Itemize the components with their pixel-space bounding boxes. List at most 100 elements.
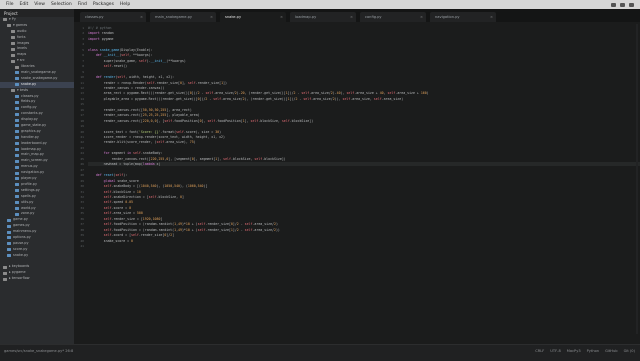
line-number: 31 xyxy=(80,189,84,194)
file-icon xyxy=(15,189,19,193)
code-line[interactable]: self.score = 0 xyxy=(88,206,131,210)
folder-icon xyxy=(11,53,15,57)
line-number: 16 xyxy=(80,107,84,112)
close-icon[interactable]: × xyxy=(350,12,353,22)
code-line[interactable]: self.xcord = [self.render_size[0]/2] xyxy=(88,233,175,237)
code-line[interactable]: global snake_score xyxy=(88,179,139,183)
tab-snake-py[interactable]: snake.py × xyxy=(220,12,286,22)
code-line[interactable]: self.speed 0.05 xyxy=(88,200,133,204)
maximize-icon[interactable] xyxy=(620,2,625,7)
tab-main_snakegame-py[interactable]: main_snakegame.py × xyxy=(150,12,216,22)
menu-selection[interactable]: Selection xyxy=(51,2,72,7)
tab-label: navigation.py xyxy=(435,15,460,19)
tab-loadmap-py[interactable]: loadmap.py × xyxy=(290,12,356,22)
close-icon[interactable]: × xyxy=(420,12,423,22)
status-item[interactable]: CRLF xyxy=(535,349,544,353)
close-icon[interactable]: × xyxy=(280,12,283,22)
line-number: 5 xyxy=(82,47,84,52)
line-number: 17 xyxy=(80,113,84,118)
file-icon xyxy=(15,124,19,128)
status-item[interactable]: GitHub xyxy=(605,349,617,353)
code-line[interactable]: self.snakeDirection = [self.blockSize, 0… xyxy=(88,195,184,199)
menu-view[interactable]: View xyxy=(34,2,45,7)
close-icon[interactable]: × xyxy=(140,12,143,22)
close-icon[interactable]: × xyxy=(210,12,213,22)
code-line[interactable]: render_canvas.rect([50,50,50,255], area_… xyxy=(88,108,192,112)
file-icon xyxy=(7,236,11,240)
status-item[interactable]: Python xyxy=(587,349,599,353)
code-line[interactable]: score_render = rnexp.render(score_text, … xyxy=(88,135,225,139)
line-number: 35 xyxy=(80,211,84,216)
code-line[interactable]: self.blockSize = 10 xyxy=(88,190,141,194)
file-icon xyxy=(15,148,19,152)
line-number: 34 xyxy=(80,205,84,210)
folder-icon xyxy=(7,24,11,28)
file-icon xyxy=(15,165,19,169)
code-line[interactable]: newhead = tuple(map(lambda x| xyxy=(88,162,640,167)
status-bar: games/src/snake_snakegame.py* 26:8 CRLF U… xyxy=(0,344,640,361)
code-line[interactable]: class snake_game(Display(Enable): xyxy=(88,48,153,52)
code-line[interactable]: def render(self, width, height, x1, x2): xyxy=(88,75,174,79)
file-icon xyxy=(15,171,19,175)
file-icon xyxy=(15,71,19,75)
code-line[interactable]: render_canvas.rect([220,255,0], [segment… xyxy=(88,157,285,161)
status-item[interactable]: UTF-8 xyxy=(550,349,560,353)
tab-classes-py[interactable]: classes.py × xyxy=(80,12,146,22)
code-line[interactable]: import pygame xyxy=(88,37,113,41)
code-line[interactable]: import random xyxy=(88,31,113,35)
tab-navigation-py[interactable]: navigation.py × xyxy=(430,12,496,22)
code-line[interactable]: self.render_size = [1920,1080] xyxy=(88,217,163,221)
editor-scrollbar[interactable] xyxy=(636,24,638,334)
tab-config-py[interactable]: config.py × xyxy=(360,12,426,22)
minimize-icon[interactable] xyxy=(611,2,616,7)
code-line[interactable]: self.foodPosition = (random.randint(1,49… xyxy=(88,222,278,226)
menu-help[interactable]: Help xyxy=(120,2,130,7)
status-file-path[interactable]: games/src/snake_snakegame.py* 26:8 xyxy=(4,349,73,353)
code-editor[interactable]: #!/ # python import random import pygame cl… xyxy=(86,22,640,344)
tree-item-label: ▸ tensorflow xyxy=(9,276,30,281)
file-icon xyxy=(7,248,11,252)
line-number: 23 xyxy=(80,145,84,150)
menu-packages[interactable]: Packages xyxy=(93,2,114,7)
window-controls xyxy=(611,2,634,7)
code-line[interactable]: score_text = font('Score: {}'.format(sel… xyxy=(88,130,221,134)
code-line[interactable]: for segment in self.snakeBody: xyxy=(88,151,163,155)
code-line[interactable]: area_rect = pygame.Rect(((render.get_siz… xyxy=(88,91,429,95)
status-item[interactable]: Git (0) xyxy=(624,349,635,353)
code-line[interactable]: snake_score = 0 xyxy=(88,239,133,243)
code-line[interactable]: def __init__(self, **kwargs): xyxy=(88,53,153,57)
project-panel-header[interactable]: Project xyxy=(0,9,74,17)
line-number: 40 xyxy=(80,238,84,243)
code-line[interactable]: super(snake_game, self).__init__(**kwarg… xyxy=(88,59,186,63)
folder-icon xyxy=(11,36,15,40)
file-icon xyxy=(7,230,11,234)
tab-label: main_snakegame.py xyxy=(155,15,193,19)
code-line[interactable]: render.blit(score_render, (self.area_siz… xyxy=(88,140,196,144)
code-line[interactable]: render_canvas.rect([220,0,0], [self.food… xyxy=(88,119,314,123)
close-icon[interactable]: × xyxy=(490,12,493,22)
code-line[interactable]: self.foodPosition = (random.randint(1,49… xyxy=(88,228,280,232)
code-line[interactable]: playable_area = pygame.Rect(((render.get… xyxy=(88,97,404,101)
file-icon xyxy=(15,212,19,216)
code-line[interactable]: self.area_size = 500 xyxy=(88,211,143,215)
code-line[interactable]: self.reset() xyxy=(88,64,127,68)
line-number: 11 xyxy=(80,80,84,85)
code-line[interactable]: self.snakeBody = [(1040,540), (1050,540)… xyxy=(88,184,208,188)
code-line[interactable]: def reset(self): xyxy=(88,173,127,177)
file-icon xyxy=(15,83,19,87)
code-line[interactable]: render_canvas.rect([25,25,25,255], playa… xyxy=(88,113,200,117)
code-line[interactable]: #!/ # python xyxy=(88,26,111,30)
file-icon xyxy=(15,100,19,104)
line-number: 14 xyxy=(80,96,84,101)
code-line[interactable]: render = rnexp.Render(self.render_size[0… xyxy=(88,81,227,85)
menu-file[interactable]: File xyxy=(6,2,14,7)
file-icon xyxy=(7,242,11,246)
code-line[interactable]: render_canvas = render.canvas() xyxy=(88,86,165,90)
close-icon[interactable] xyxy=(629,2,634,7)
status-item[interactable]: MacPy3 xyxy=(567,349,581,353)
file-icon xyxy=(15,159,19,163)
menu-edit[interactable]: Edit xyxy=(20,2,29,7)
menu-find[interactable]: Find xyxy=(78,2,87,7)
tree-item[interactable]: ▸ tensorflow xyxy=(0,276,74,282)
line-number: 18 xyxy=(80,118,84,123)
